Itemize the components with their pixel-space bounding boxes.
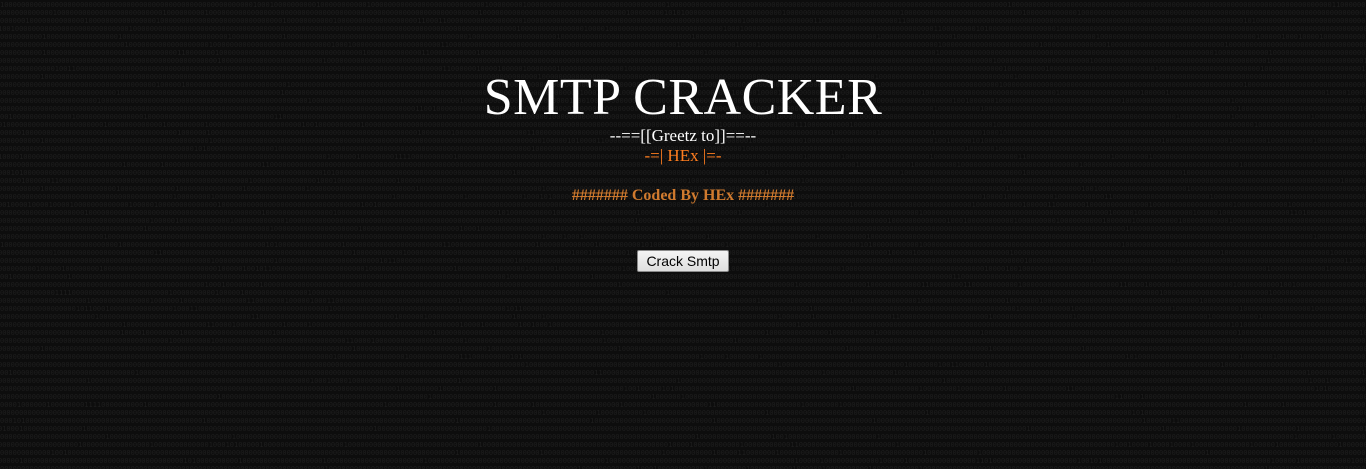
binary-pattern-row: 0001010000000000000000000000000000000000… <box>0 417 1366 425</box>
binary-pattern-row: 0000010000000000000000000000000000000000… <box>0 457 1366 465</box>
binary-pattern-row: 0000000000001001000000000000000000000000… <box>0 449 1366 457</box>
binary-pattern-row: 0000000000000000000000000000000000000000… <box>0 337 1366 345</box>
coded-by-credit: ####### Coded By HEx ####### <box>571 187 795 204</box>
binary-pattern-row: 0000000000000000000000000000000000000000… <box>0 353 1366 361</box>
crack-smtp-button[interactable]: Crack Smtp <box>637 250 729 272</box>
greetz-name: -=| HEx |=- <box>644 146 722 165</box>
binary-pattern-row: 0000000000000000000001000000000000001000… <box>0 297 1366 305</box>
binary-pattern-row: 0000000000000000000000000100000000000000… <box>0 433 1366 441</box>
binary-pattern-row: 0000000000000000000000000000000000000000… <box>0 409 1366 417</box>
binary-pattern-row: 0000000000000000000000000000010000000000… <box>0 321 1366 329</box>
binary-pattern-row: 0000000000000000000001000000000000000000… <box>0 377 1366 385</box>
binary-pattern-row: 0100010000000000000010000000000000000000… <box>0 425 1366 433</box>
binary-pattern-row: 0000000000000000000000000000000000000000… <box>0 465 1366 469</box>
greetz-heading: --==[[Greetz to]]==-- <box>609 126 757 145</box>
binary-pattern-row: 0010000000000000100000000000000000000000… <box>0 273 1366 281</box>
binary-pattern-row: 0000100000010000000011110000000000100000… <box>0 401 1366 409</box>
page-title: SMTP CRACKER <box>483 69 883 126</box>
binary-pattern-row: 0010000000000000000000000000000010000000… <box>0 369 1366 377</box>
main-content: SMTP CRACKER --==[[Greetz to]]==-- -=| H… <box>0 0 1366 272</box>
button-row: Crack Smtp <box>0 250 1366 272</box>
binary-pattern-row: 0000000000000000000000000000000000000000… <box>0 385 1366 393</box>
binary-pattern-row: 0000000000000000000000010000000000000000… <box>0 313 1366 321</box>
binary-pattern-row: 0000000000100000000000000000000000000000… <box>0 345 1366 353</box>
binary-pattern-row: 0000000000000000000000000000010000100000… <box>0 329 1366 337</box>
binary-pattern-row: 0000000000000000001011000100000000000000… <box>0 305 1366 313</box>
binary-pattern-row: 0000000000000111100000000000000000000000… <box>0 289 1366 297</box>
binary-pattern-row: 0000000000000000000000000000000000000000… <box>0 393 1366 401</box>
binary-pattern-row: 0000000000000000000000000000000000000000… <box>0 361 1366 369</box>
binary-pattern-row: 0000000000000000000000000000000000000000… <box>0 281 1366 289</box>
binary-pattern-row: 0000000000000000000100000000000000001000… <box>0 441 1366 449</box>
